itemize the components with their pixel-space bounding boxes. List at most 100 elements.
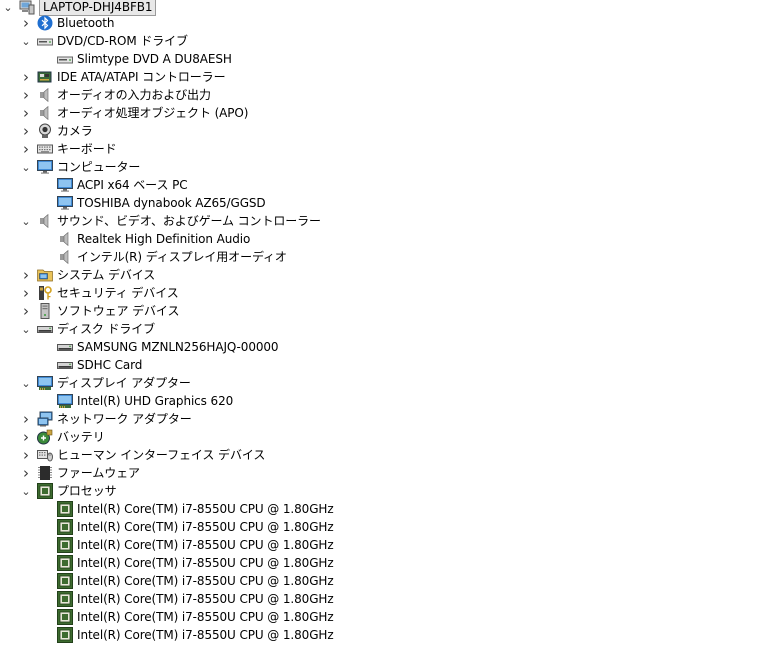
tree-category[interactable]: › オーディオ処理オブジェクト (APO) xyxy=(18,104,248,122)
tree-category[interactable]: › ヒューマン インターフェイス デバイス xyxy=(18,446,265,464)
tree-device[interactable]: TOSHIBA dynabook AZ65/GGSD xyxy=(54,194,266,212)
tree-device[interactable]: Intel(R) Core(TM) i7-8550U CPU @ 1.80GHz xyxy=(54,518,334,536)
tree-device[interactable]: Intel(R) Core(TM) i7-8550U CPU @ 1.80GHz xyxy=(54,500,334,518)
system-folder-icon xyxy=(37,267,53,283)
processor-icon xyxy=(57,573,73,589)
speaker-icon xyxy=(37,87,53,103)
chevron-down-icon[interactable]: ⌄ xyxy=(18,482,34,500)
tree-category[interactable]: › オーディオの入力および出力 xyxy=(18,86,211,104)
display-adapter-icon xyxy=(57,393,73,409)
tree-device[interactable]: Intel(R) Core(TM) i7-8550U CPU @ 1.80GHz xyxy=(54,608,334,626)
disk-drive-icon xyxy=(37,321,53,337)
tree-category[interactable]: › バッテリ xyxy=(18,428,105,446)
processor-icon xyxy=(57,627,73,643)
chevron-right-icon[interactable]: › xyxy=(18,14,34,32)
tower-icon xyxy=(37,303,53,319)
tree-device[interactable]: SDHC Card xyxy=(54,356,142,374)
tree-item-label: ディスプレイ アダプター xyxy=(57,376,191,390)
hid-icon xyxy=(37,447,53,463)
ide-controller-icon xyxy=(37,69,53,85)
keyboard-icon xyxy=(37,141,53,157)
processor-icon xyxy=(57,519,73,535)
tree-device[interactable]: Intel(R) Core(TM) i7-8550U CPU @ 1.80GHz xyxy=(54,590,334,608)
tree-device[interactable]: Intel(R) UHD Graphics 620 xyxy=(54,392,233,410)
tree-item-label: Intel(R) UHD Graphics 620 xyxy=(77,394,234,408)
tree-device[interactable]: ACPI x64 ベース PC xyxy=(54,176,188,194)
tree-category[interactable]: › Bluetooth xyxy=(18,14,114,32)
tree-item-label: Bluetooth xyxy=(57,16,115,30)
chevron-right-icon[interactable]: › xyxy=(18,122,34,140)
tree-item-label: システム デバイス xyxy=(57,268,156,282)
tree-device[interactable]: SAMSUNG MZNLN256HAJQ-00000 xyxy=(54,338,279,356)
tree-item-label: Intel(R) Core(TM) i7-8550U CPU @ 1.80GHz xyxy=(77,574,334,588)
speaker-icon xyxy=(57,249,73,265)
processor-icon xyxy=(57,501,73,517)
tree-device[interactable]: Intel(R) Core(TM) i7-8550U CPU @ 1.80GHz xyxy=(54,572,334,590)
tree-item-label: オーディオ処理オブジェクト (APO) xyxy=(57,106,249,120)
tree-item-label: Intel(R) Core(TM) i7-8550U CPU @ 1.80GHz xyxy=(77,520,334,534)
tree-device[interactable]: インテル(R) ディスプレイ用オーディオ xyxy=(54,248,287,266)
tree-category[interactable]: › セキュリティ デバイス xyxy=(18,284,179,302)
tree-item-label: コンピューター xyxy=(57,160,141,174)
tree-category[interactable]: ⌄ DVD/CD-ROM ドライブ xyxy=(18,32,188,50)
tree-item-label: ソフトウェア デバイス xyxy=(57,304,180,318)
speaker-icon xyxy=(37,213,53,229)
tree-device[interactable]: Intel(R) Core(TM) i7-8550U CPU @ 1.80GHz xyxy=(54,554,334,572)
tree-item-label: ACPI x64 ベース PC xyxy=(77,178,188,192)
processor-icon xyxy=(57,537,73,553)
chevron-down-icon[interactable]: ⌄ xyxy=(18,32,34,50)
chevron-right-icon[interactable]: › xyxy=(18,140,34,158)
chevron-down-icon[interactable]: ⌄ xyxy=(0,0,16,16)
tree-item-label: Realtek High Definition Audio xyxy=(77,232,251,246)
display-adapter-icon xyxy=(37,375,53,391)
processor-icon xyxy=(57,591,73,607)
battery-icon xyxy=(37,429,53,445)
tree-device[interactable]: Intel(R) Core(TM) i7-8550U CPU @ 1.80GHz xyxy=(54,536,334,554)
chevron-right-icon[interactable]: › xyxy=(18,266,34,284)
tree-category[interactable]: ⌄ ディスプレイ アダプター xyxy=(18,374,191,392)
tree-category[interactable]: › IDE ATA/ATAPI コントローラー xyxy=(18,68,226,86)
chevron-right-icon[interactable]: › xyxy=(18,284,34,302)
tree-category[interactable]: › ネットワーク アダプター xyxy=(18,410,192,428)
chevron-down-icon[interactable]: ⌄ xyxy=(18,320,34,338)
tree-item-label: インテル(R) ディスプレイ用オーディオ xyxy=(77,250,287,264)
tree-category[interactable]: › システム デバイス xyxy=(18,266,155,284)
tree-item-label: バッテリ xyxy=(57,430,105,444)
device-tree: ⌄ LAPTOP-DHJ4BFB1 › Bluetooth ⌄ DVD/CD-ROM … xyxy=(0,0,769,643)
tree-category[interactable]: › ファームウェア xyxy=(18,464,140,482)
tree-item-label: ファームウェア xyxy=(57,466,140,480)
tree-category[interactable]: ⌄ コンピューター xyxy=(18,158,140,176)
tree-category[interactable]: ⌄ ディスク ドライブ xyxy=(18,320,155,338)
chevron-right-icon[interactable]: › xyxy=(18,302,34,320)
network-icon xyxy=(37,411,53,427)
tree-item-label: ヒューマン インターフェイス デバイス xyxy=(57,448,266,462)
chevron-right-icon[interactable]: › xyxy=(18,446,34,464)
firmware-icon xyxy=(37,465,53,481)
computer-icon xyxy=(19,0,35,15)
tree-category[interactable]: › ソフトウェア デバイス xyxy=(18,302,179,320)
chevron-right-icon[interactable]: › xyxy=(18,68,34,86)
chevron-right-icon[interactable]: › xyxy=(18,428,34,446)
processor-icon xyxy=(37,483,53,499)
tree-item-label: ネットワーク アダプター xyxy=(57,412,192,426)
chevron-down-icon[interactable]: ⌄ xyxy=(18,374,34,392)
chevron-down-icon[interactable]: ⌄ xyxy=(18,158,34,176)
tree-item-label: カメラ xyxy=(57,124,93,138)
tree-item-label: SDHC Card xyxy=(77,358,143,372)
chevron-right-icon[interactable]: › xyxy=(18,464,34,482)
tree-item-label: ディスク ドライブ xyxy=(57,322,156,336)
chevron-right-icon[interactable]: › xyxy=(18,104,34,122)
monitor-icon xyxy=(57,195,73,211)
chevron-right-icon[interactable]: › xyxy=(18,86,34,104)
tree-category[interactable]: › カメラ xyxy=(18,122,93,140)
tree-device[interactable]: Intel(R) Core(TM) i7-8550U CPU @ 1.80GHz xyxy=(54,626,334,644)
tree-device[interactable]: Realtek High Definition Audio xyxy=(54,230,250,248)
tree-category[interactable]: ⌄ プロセッサ xyxy=(18,482,117,500)
tree-item-label: Intel(R) Core(TM) i7-8550U CPU @ 1.80GHz xyxy=(77,502,334,516)
chevron-right-icon[interactable]: › xyxy=(18,410,34,428)
tree-category[interactable]: ⌄ サウンド、ビデオ、およびゲーム コントローラー xyxy=(18,212,321,230)
tree-category[interactable]: › キーボード xyxy=(18,140,117,158)
tree-device[interactable]: Slimtype DVD A DU8AESH xyxy=(54,50,232,68)
chevron-down-icon[interactable]: ⌄ xyxy=(18,212,34,230)
disk-drive-icon xyxy=(57,357,73,373)
